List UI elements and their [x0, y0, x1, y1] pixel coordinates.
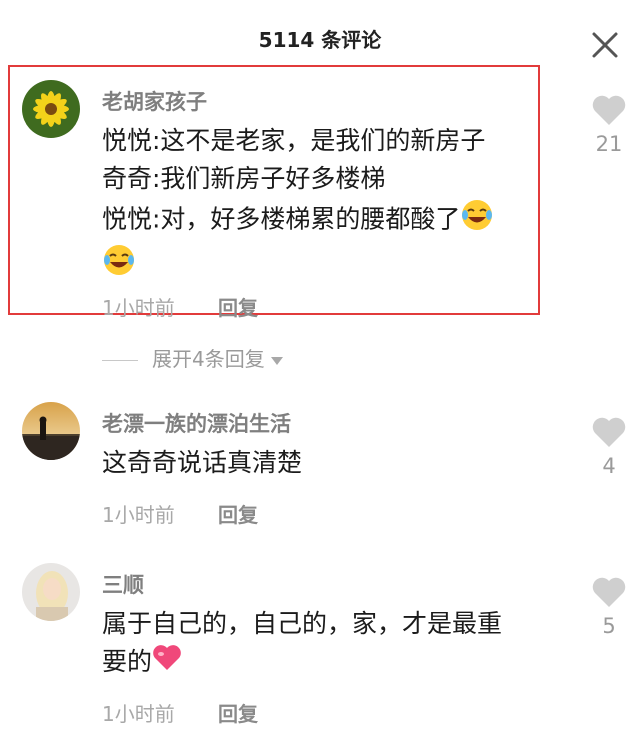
comment-line: 悦悦:这不是老家，是我们的新房子: [102, 126, 486, 155]
comment-line-with-emoji: 悦悦:对，好多楼梯累的腰都酸了: [102, 198, 542, 243]
laughing-tears-emoji-icon: [102, 243, 136, 288]
comment-username[interactable]: 三顺: [102, 569, 144, 599]
expand-replies-button[interactable]: 展开4条回复: [102, 343, 283, 372]
comment-text: 悦悦:这不是老家，是我们的新房子 奇奇:我们新房子好多楼梯 悦悦:对，好多楼梯累…: [102, 122, 542, 288]
heart-outline-icon: [592, 577, 626, 607]
comment-text: 属于自己的，自己的，家，才是最重 要的: [102, 605, 542, 683]
comment-line: 奇奇:我们新房子好多楼梯: [102, 164, 386, 193]
expand-divider: [102, 360, 138, 361]
like-count: 5: [602, 614, 616, 638]
like-count: 4: [602, 454, 616, 478]
comment-line-emoji: [102, 243, 542, 288]
comment-text: 这奇奇说话真清楚: [102, 444, 542, 482]
reply-button[interactable]: 回复: [218, 292, 258, 321]
heart-outline-icon: [592, 95, 626, 125]
comment-line: 属于自己的，自己的，家，才是最重: [102, 609, 503, 638]
like-button[interactable]: 5: [590, 576, 628, 638]
close-button[interactable]: [588, 28, 622, 62]
chevron-down-icon: [270, 356, 283, 365]
reply-button[interactable]: 回复: [218, 499, 258, 528]
like-button[interactable]: 4: [590, 416, 628, 478]
comment-username[interactable]: 老胡家孩子: [102, 86, 207, 116]
comment-line-with-emoji: 要的: [102, 643, 542, 683]
comment-line: 要的: [102, 647, 153, 676]
sunset-avatar-icon: [22, 402, 80, 460]
expand-replies-label: 展开4条回复: [152, 347, 265, 371]
heart-emoji-icon: [152, 644, 182, 683]
like-button[interactable]: 21: [590, 94, 628, 156]
avatar[interactable]: [22, 563, 80, 621]
avatar[interactable]: [22, 80, 80, 138]
close-icon: [592, 32, 618, 58]
comment-username[interactable]: 老漂一族的漂泊生活: [102, 408, 291, 438]
avatar[interactable]: [22, 402, 80, 460]
comment-count-title: 5114 条评论: [258, 28, 382, 52]
flower-avatar-icon: [22, 80, 80, 138]
heart-outline-icon: [592, 417, 626, 447]
laughing-tears-emoji-icon: [460, 198, 494, 243]
comment-time: 1小时前: [102, 702, 175, 726]
comment-line: 悦悦:对，好多楼梯累的腰都酸了: [102, 204, 461, 234]
portrait-avatar-icon: [22, 563, 80, 621]
like-count: 21: [595, 132, 623, 156]
comment-time: 1小时前: [102, 296, 175, 320]
comment-time: 1小时前: [102, 503, 175, 527]
reply-button[interactable]: 回复: [218, 698, 258, 727]
comment-line: 这奇奇说话真清楚: [102, 448, 303, 477]
